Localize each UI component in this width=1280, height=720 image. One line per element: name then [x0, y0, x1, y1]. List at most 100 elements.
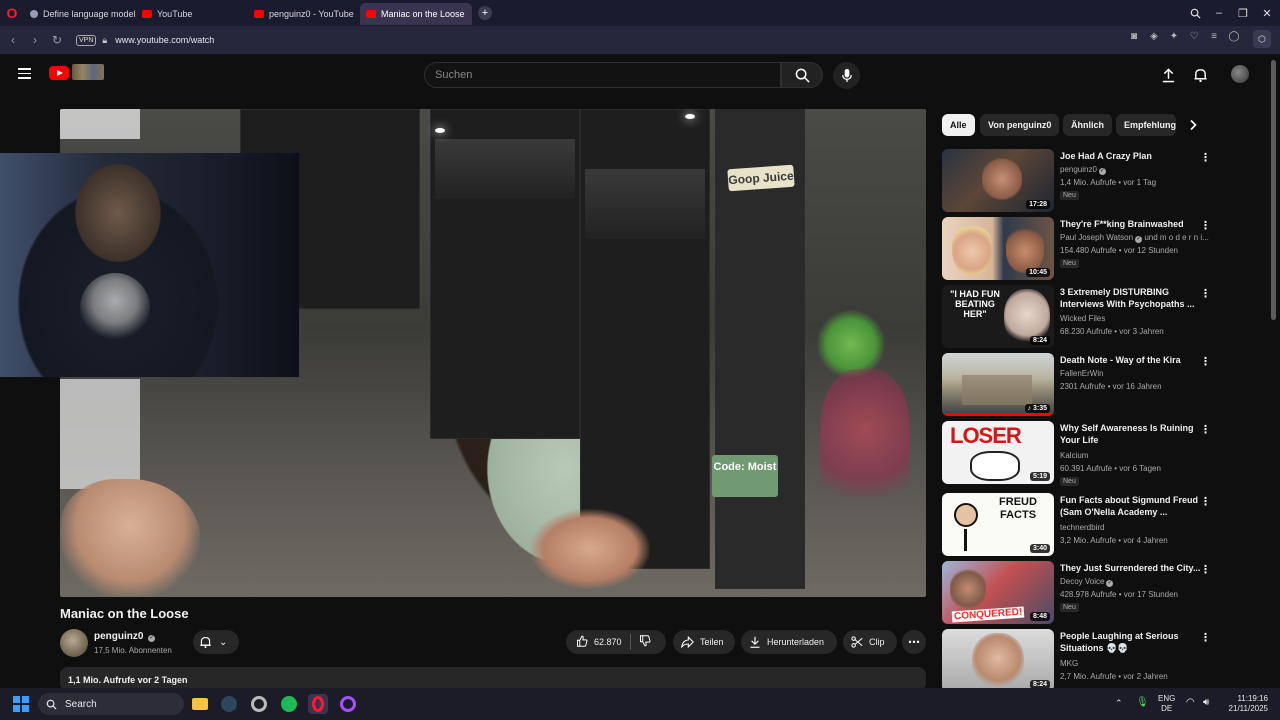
close-icon[interactable]: ✕ — [1255, 0, 1279, 26]
search-button[interactable] — [781, 62, 823, 88]
tray-overflow-icon[interactable]: ⌃ — [1115, 698, 1123, 709]
back-icon[interactable]: ‹ — [2, 29, 24, 51]
opera-gx-icon[interactable] — [338, 694, 358, 714]
more-options-icon[interactable]: ⋮ — [1200, 564, 1211, 576]
share-button[interactable]: Teilen — [673, 630, 735, 654]
recommendation-channel[interactable]: Decoy Voice ✓ — [1060, 577, 1212, 587]
profile-icon[interactable]: ◯ — [1224, 31, 1244, 42]
subscription-bell-button[interactable]: ⌄ — [193, 630, 239, 654]
recommendation-title[interactable]: Joe Had A Crazy Plan — [1060, 150, 1210, 162]
recommendation-item[interactable]: 8:24 People Laughing at Serious Situatio… — [942, 629, 1222, 693]
video-thumbnail[interactable]: 8:24 — [942, 629, 1054, 692]
video-thumbnail[interactable]: CONQUERED! 8:48 — [942, 561, 1054, 624]
recommendation-title[interactable]: People Laughing at Serious Situations 💀💀 — [1060, 630, 1210, 654]
restore-icon[interactable]: ❐ — [1231, 0, 1255, 26]
menu-lines-icon[interactable]: ≡ — [1204, 31, 1224, 42]
video-thumbnail[interactable]: FREUD FACTS 3:40 — [942, 493, 1054, 556]
chip-aehnlich[interactable]: Ähnlich — [1063, 114, 1112, 136]
volume-icon[interactable]: 🔊︎ — [1203, 697, 1209, 708]
more-options-icon[interactable]: ⋮ — [1200, 356, 1211, 368]
more-options-icon[interactable]: ⋮ — [1200, 288, 1211, 300]
recommendation-item[interactable]: ♪ 3:35 Death Note - Way of the Kira Fall… — [942, 353, 1222, 417]
chip-von-penguinz0[interactable]: Von penguinz0 — [980, 114, 1060, 136]
like-count[interactable]: 62.870 — [594, 637, 622, 647]
recommendation-title[interactable]: They're F**king Brainwashed — [1060, 218, 1210, 230]
recommendation-channel[interactable]: Kalcium — [1060, 451, 1212, 460]
taskbar-search-box[interactable]: Search — [38, 693, 184, 715]
video-thumbnail[interactable]: "I HAD FUN BEATING HER" 8:24 — [942, 285, 1054, 348]
search-input[interactable]: Suchen — [424, 62, 781, 88]
recommendation-channel[interactable]: Paul Joseph Watson ✓ und m o d e r n i... — [1060, 233, 1212, 243]
forward-icon[interactable]: › — [24, 29, 46, 51]
channel-name-text[interactable]: penguinz0 — [94, 631, 143, 642]
download-button[interactable]: Herunterladen — [741, 630, 837, 654]
url-field[interactable]: www.youtube.com/watch — [115, 35, 214, 45]
account-avatar[interactable] — [1231, 65, 1249, 83]
recommendation-title[interactable]: Why Self Awareness Is Ruining Your Life — [1060, 422, 1210, 446]
recommendation-title[interactable]: Death Note - Way of the Kira — [1060, 354, 1210, 366]
lock-icon[interactable]: 🔒︎ — [102, 35, 107, 46]
upload-icon[interactable] — [1158, 65, 1178, 85]
notifications-bell-icon[interactable] — [1190, 65, 1210, 85]
recommendation-item[interactable]: LOSER 5:19 Why Self Awareness Is Ruining… — [942, 421, 1222, 486]
video-thumbnail[interactable]: ♪ 3:35 — [942, 353, 1054, 416]
voice-search-button[interactable] — [833, 62, 860, 89]
more-options-icon[interactable]: ⋮ — [1200, 152, 1211, 164]
recommendation-channel[interactable]: MKG — [1060, 659, 1212, 668]
channel-avatar[interactable] — [60, 629, 88, 657]
recommendation-title[interactable]: They Just Surrendered the City... — [1060, 562, 1210, 574]
like-button[interactable] — [576, 635, 588, 649]
recommendation-channel[interactable]: FallenErWin — [1060, 369, 1212, 378]
dislike-button[interactable] — [639, 635, 651, 649]
youtube-logo-icon[interactable] — [49, 66, 69, 80]
tab-youtube[interactable]: YouTube — [136, 3, 248, 25]
video-thumbnail[interactable]: 17:28 — [942, 149, 1054, 212]
clip-button[interactable]: Clip — [843, 630, 897, 654]
chip-empfehlung[interactable]: Empfehlung — [1116, 114, 1176, 136]
windows-start-icon[interactable] — [13, 696, 29, 712]
channel-name[interactable]: Paul Joseph Watson — [1060, 233, 1133, 242]
recommendation-item[interactable]: "I HAD FUN BEATING HER" 8:24 3 Extremely… — [942, 285, 1222, 349]
heart-icon[interactable]: ♡ — [1184, 31, 1204, 42]
file-explorer-icon[interactable] — [190, 694, 210, 714]
video-thumbnail[interactable]: 10:45 — [942, 217, 1054, 280]
extensions-icon[interactable]: ✦ — [1164, 31, 1184, 42]
steam-icon[interactable] — [219, 694, 239, 714]
spotify-icon[interactable] — [279, 694, 299, 714]
tab-search-icon[interactable] — [1183, 0, 1207, 26]
recommendation-item[interactable]: 10:45 They're F**king Brainwashed Paul J… — [942, 217, 1222, 281]
microphone-tray-icon[interactable]: 🎙︎ — [1136, 697, 1149, 708]
recommendation-item[interactable]: FREUD FACTS 3:40 Fun Facts about Sigmund… — [942, 493, 1222, 557]
tab-define-language-model[interactable]: Define language model — [24, 3, 136, 25]
more-options-icon[interactable]: ⋮ — [1200, 424, 1211, 436]
opera-box-icon[interactable]: ⬡ — [1253, 30, 1271, 48]
channel-name[interactable]: Decoy Voice — [1060, 577, 1104, 586]
recommendation-channel[interactable]: technerdbird — [1060, 523, 1212, 532]
video-thumbnail[interactable]: LOSER 5:19 — [942, 421, 1054, 484]
tab-maniac-on-the-loose[interactable]: Maniac on the Loose — [360, 3, 472, 25]
wifi-icon[interactable]: ◠ — [1186, 697, 1195, 708]
camera-icon[interactable]: ◙ — [1124, 31, 1144, 42]
chips-next-chevron-icon[interactable] — [1183, 115, 1203, 135]
more-options-icon[interactable]: ⋮ — [1200, 496, 1211, 508]
recommendation-title[interactable]: Fun Facts about Sigmund Freud (Sam O'Nel… — [1060, 494, 1210, 518]
system-clock[interactable]: 11:19:16 21/11/2025 — [1224, 694, 1268, 714]
vpn-badge[interactable]: VPN — [76, 34, 97, 46]
guide-menu-icon[interactable] — [18, 68, 31, 79]
recommendation-channel[interactable]: penguinz0 ✓ — [1060, 165, 1212, 175]
more-options-icon[interactable]: ⋮ — [1200, 220, 1211, 232]
more-options-icon[interactable]: ⋮ — [1200, 632, 1211, 644]
tab-penguinz0-youtube[interactable]: penguinz0 - YouTube — [248, 3, 360, 25]
youtube-doodle-logo[interactable] — [72, 64, 104, 80]
recommendation-title[interactable]: 3 Extremely DISTURBING Interviews With P… — [1060, 286, 1210, 310]
new-tab-button[interactable]: + — [478, 6, 492, 20]
chrome-icon[interactable] — [249, 694, 269, 714]
opera-logo-icon[interactable]: O — [0, 0, 24, 26]
more-actions-icon[interactable]: ⋯ — [902, 630, 926, 654]
page-scrollbar[interactable] — [1271, 60, 1276, 320]
reload-icon[interactable]: ↻ — [46, 29, 68, 51]
channel-name[interactable]: penguinz0 ✓ — [94, 631, 156, 642]
recommendation-item[interactable]: CONQUERED! 8:48 They Just Surrendered th… — [942, 561, 1222, 625]
recommendation-channel[interactable]: Wicked Files — [1060, 314, 1212, 323]
opera-taskbar-icon[interactable] — [308, 694, 328, 714]
